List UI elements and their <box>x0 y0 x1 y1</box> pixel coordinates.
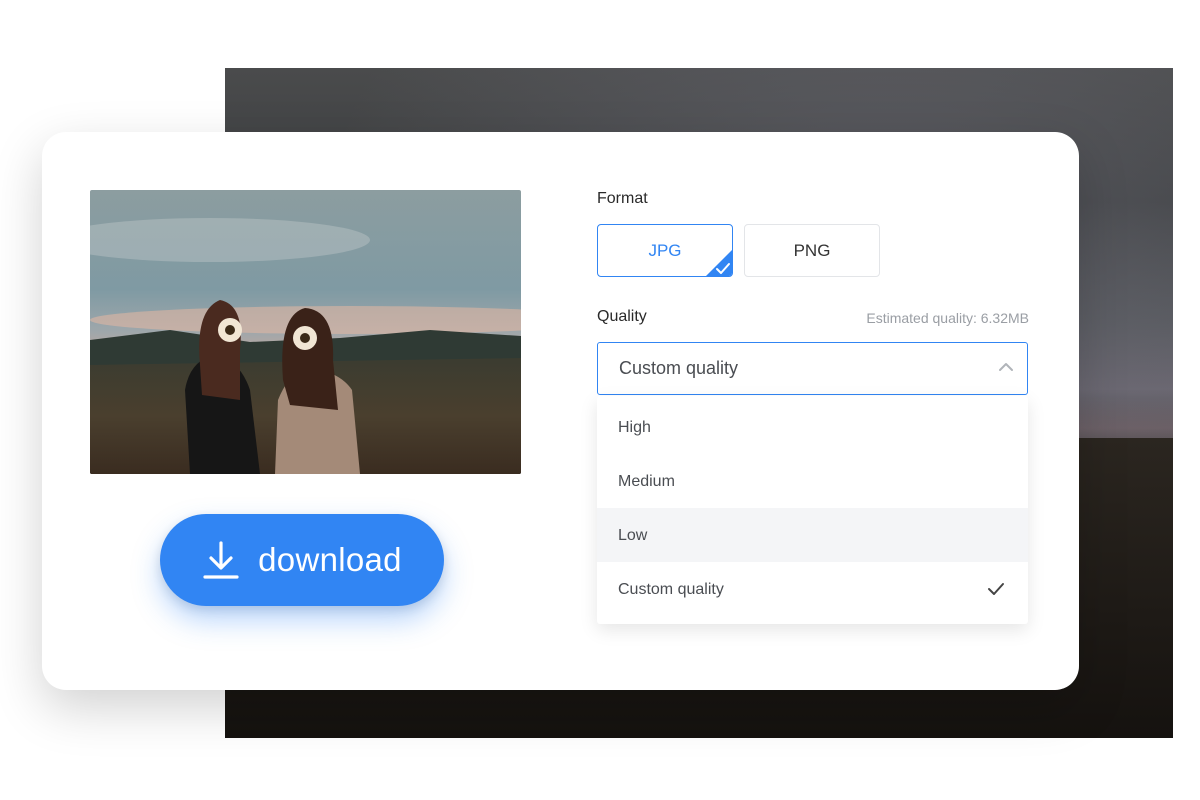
format-option-jpg[interactable]: JPG <box>597 224 733 277</box>
check-corner-icon <box>706 250 732 276</box>
quality-select[interactable]: Custom quality <box>597 342 1028 395</box>
checkmark-icon <box>988 583 1004 595</box>
format-option-png[interactable]: PNG <box>744 224 880 277</box>
quality-option-low[interactable]: Low <box>597 508 1028 562</box>
quality-label: Quality <box>597 308 647 325</box>
quality-option-label: Medium <box>618 473 675 490</box>
format-label: Format <box>597 190 648 207</box>
quality-option-label: Custom quality <box>618 581 724 598</box>
preview-photo <box>90 190 521 474</box>
export-card: download Format JPG PNG Quality Estimate… <box>42 132 1079 690</box>
image-preview <box>90 190 521 474</box>
quality-select-value: Custom quality <box>619 358 739 378</box>
format-option-label: JPG <box>648 240 682 260</box>
quality-option-label: Low <box>618 527 648 544</box>
quality-option-label: High <box>618 419 651 436</box>
chevron-up-icon <box>999 363 1013 371</box>
download-button[interactable]: download <box>160 514 444 606</box>
format-option-label: PNG <box>793 240 831 260</box>
quality-dropdown-menu: High Medium Low Custom quality <box>597 396 1028 624</box>
quality-option-high[interactable]: High <box>597 400 1028 454</box>
quality-option-medium[interactable]: Medium <box>597 454 1028 508</box>
quality-option-custom[interactable]: Custom quality <box>597 562 1028 616</box>
estimated-size: Estimated quality: 6.32MB <box>866 310 1029 326</box>
download-arrow-icon <box>203 541 239 579</box>
download-label: download <box>258 541 402 578</box>
